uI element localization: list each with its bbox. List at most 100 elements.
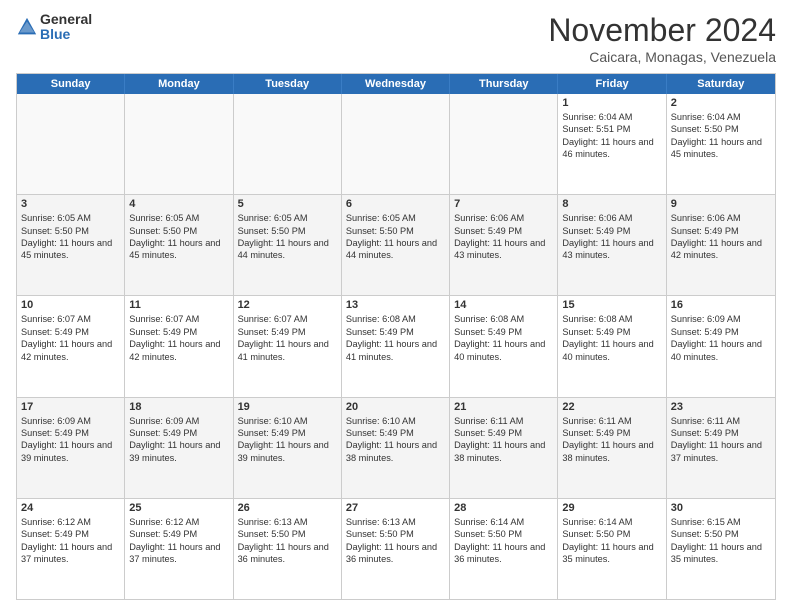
header-day-friday: Friday (558, 74, 666, 94)
day-info: Sunrise: 6:09 AM Sunset: 5:49 PM Dayligh… (671, 313, 771, 363)
logo-general: General (40, 12, 92, 27)
day-info: Sunrise: 6:13 AM Sunset: 5:50 PM Dayligh… (346, 516, 445, 566)
calendar-cell: 10 Sunrise: 6:07 AM Sunset: 5:49 PM Dayli… (17, 296, 125, 396)
calendar-week-4: 17Sunrise: 6:09 AM Sunset: 5:49 PM Dayli… (17, 398, 775, 499)
day-number: 30 (671, 502, 771, 514)
day-number: 23 (671, 401, 771, 413)
header-day-wednesday: Wednesday (342, 74, 450, 94)
logo-text: General Blue (40, 12, 92, 43)
calendar-cell (342, 94, 450, 194)
day-number: 8 (562, 198, 661, 210)
day-info: Sunrise: 6:14 AM Sunset: 5:50 PM Dayligh… (562, 516, 661, 566)
day-number: 24 (21, 502, 120, 514)
logo-icon (16, 16, 38, 38)
calendar-cell: 16Sunrise: 6:09 AM Sunset: 5:49 PM Dayli… (667, 296, 775, 396)
day-info: Sunrise: 6:10 AM Sunset: 5:49 PM Dayligh… (346, 415, 445, 465)
day-info: Sunrise: 6:11 AM Sunset: 5:49 PM Dayligh… (562, 415, 661, 465)
day-info: Sunrise: 6:09 AM Sunset: 5:49 PM Dayligh… (129, 415, 228, 465)
header-day-monday: Monday (125, 74, 233, 94)
header-day-tuesday: Tuesday (234, 74, 342, 94)
day-info: Sunrise: 6:12 AM Sunset: 5:49 PM Dayligh… (21, 516, 120, 566)
day-number: 13 (346, 299, 445, 311)
day-number: 21 (454, 401, 553, 413)
calendar-cell: 17Sunrise: 6:09 AM Sunset: 5:49 PM Dayli… (17, 398, 125, 498)
calendar-cell: 6 Sunrise: 6:05 AM Sunset: 5:50 PM Daylig… (342, 195, 450, 295)
calendar: SundayMondayTuesdayWednesdayThursdayFrid… (16, 73, 776, 600)
day-number: 6 (346, 198, 445, 210)
calendar-cell (17, 94, 125, 194)
subtitle: Caicara, Monagas, Venezuela (548, 49, 776, 65)
day-info: Sunrise: 6:04 AM Sunset: 5:51 PM Dayligh… (562, 111, 661, 161)
calendar-cell: 22Sunrise: 6:11 AM Sunset: 5:49 PM Dayli… (558, 398, 666, 498)
title-section: November 2024 Caicara, Monagas, Venezuel… (548, 12, 776, 65)
calendar-body: 1 Sunrise: 6:04 AM Sunset: 5:51 PM Daylig… (17, 94, 775, 599)
day-info: Sunrise: 6:07 AM Sunset: 5:49 PM Dayligh… (238, 313, 337, 363)
day-number: 12 (238, 299, 337, 311)
month-title: November 2024 (548, 12, 776, 49)
header-day-saturday: Saturday (667, 74, 775, 94)
calendar-cell: 21 Sunrise: 6:11 AM Sunset: 5:49 PM Dayli… (450, 398, 558, 498)
calendar-cell: 5 Sunrise: 6:05 AM Sunset: 5:50 PM Daylig… (234, 195, 342, 295)
calendar-cell: 7 Sunrise: 6:06 AM Sunset: 5:49 PM Daylig… (450, 195, 558, 295)
calendar-cell: 28Sunrise: 6:14 AM Sunset: 5:50 PM Dayli… (450, 499, 558, 599)
day-info: Sunrise: 6:10 AM Sunset: 5:49 PM Dayligh… (238, 415, 337, 465)
day-number: 29 (562, 502, 661, 514)
calendar-cell: 2 Sunrise: 6:04 AM Sunset: 5:50 PM Daylig… (667, 94, 775, 194)
day-info: Sunrise: 6:12 AM Sunset: 5:49 PM Dayligh… (129, 516, 228, 566)
day-info: Sunrise: 6:06 AM Sunset: 5:49 PM Dayligh… (562, 212, 661, 262)
day-number: 4 (129, 198, 228, 210)
calendar-cell: 3 Sunrise: 6:05 AM Sunset: 5:50 PM Daylig… (17, 195, 125, 295)
day-info: Sunrise: 6:06 AM Sunset: 5:49 PM Dayligh… (454, 212, 553, 262)
calendar-cell (450, 94, 558, 194)
day-number: 14 (454, 299, 553, 311)
calendar-week-1: 1 Sunrise: 6:04 AM Sunset: 5:51 PM Daylig… (17, 94, 775, 195)
calendar-cell: 20 Sunrise: 6:10 AM Sunset: 5:49 PM Dayli… (342, 398, 450, 498)
day-number: 20 (346, 401, 445, 413)
calendar-cell: 12 Sunrise: 6:07 AM Sunset: 5:49 PM Dayli… (234, 296, 342, 396)
day-number: 15 (562, 299, 661, 311)
day-number: 5 (238, 198, 337, 210)
day-info: Sunrise: 6:08 AM Sunset: 5:49 PM Dayligh… (346, 313, 445, 363)
day-number: 7 (454, 198, 553, 210)
calendar-cell: 19Sunrise: 6:10 AM Sunset: 5:49 PM Dayli… (234, 398, 342, 498)
calendar-cell: 23Sunrise: 6:11 AM Sunset: 5:49 PM Dayli… (667, 398, 775, 498)
calendar-week-2: 3 Sunrise: 6:05 AM Sunset: 5:50 PM Daylig… (17, 195, 775, 296)
day-info: Sunrise: 6:07 AM Sunset: 5:49 PM Dayligh… (21, 313, 120, 363)
logo-blue: Blue (40, 27, 92, 42)
day-info: Sunrise: 6:07 AM Sunset: 5:49 PM Dayligh… (129, 313, 228, 363)
day-info: Sunrise: 6:05 AM Sunset: 5:50 PM Dayligh… (238, 212, 337, 262)
calendar-cell: 8 Sunrise: 6:06 AM Sunset: 5:49 PM Daylig… (558, 195, 666, 295)
calendar-cell: 1 Sunrise: 6:04 AM Sunset: 5:51 PM Daylig… (558, 94, 666, 194)
day-info: Sunrise: 6:15 AM Sunset: 5:50 PM Dayligh… (671, 516, 771, 566)
day-number: 11 (129, 299, 228, 311)
calendar-cell: 24 Sunrise: 6:12 AM Sunset: 5:49 PM Dayli… (17, 499, 125, 599)
day-number: 3 (21, 198, 120, 210)
header-day-thursday: Thursday (450, 74, 558, 94)
day-info: Sunrise: 6:08 AM Sunset: 5:49 PM Dayligh… (562, 313, 661, 363)
day-number: 27 (346, 502, 445, 514)
day-info: Sunrise: 6:05 AM Sunset: 5:50 PM Dayligh… (129, 212, 228, 262)
calendar-cell: 29 Sunrise: 6:14 AM Sunset: 5:50 PM Dayli… (558, 499, 666, 599)
day-info: Sunrise: 6:05 AM Sunset: 5:50 PM Dayligh… (21, 212, 120, 262)
day-info: Sunrise: 6:08 AM Sunset: 5:49 PM Dayligh… (454, 313, 553, 363)
day-info: Sunrise: 6:13 AM Sunset: 5:50 PM Dayligh… (238, 516, 337, 566)
day-number: 1 (562, 97, 661, 109)
day-number: 10 (21, 299, 120, 311)
calendar-cell: 18Sunrise: 6:09 AM Sunset: 5:49 PM Dayli… (125, 398, 233, 498)
day-number: 26 (238, 502, 337, 514)
day-number: 9 (671, 198, 771, 210)
logo: General Blue (16, 12, 92, 43)
calendar-week-5: 24 Sunrise: 6:12 AM Sunset: 5:49 PM Dayli… (17, 499, 775, 599)
day-info: Sunrise: 6:14 AM Sunset: 5:50 PM Dayligh… (454, 516, 553, 566)
day-info: Sunrise: 6:06 AM Sunset: 5:49 PM Dayligh… (671, 212, 771, 262)
calendar-cell: 15 Sunrise: 6:08 AM Sunset: 5:49 PM Dayli… (558, 296, 666, 396)
day-number: 2 (671, 97, 771, 109)
day-info: Sunrise: 6:11 AM Sunset: 5:49 PM Dayligh… (454, 415, 553, 465)
day-info: Sunrise: 6:04 AM Sunset: 5:50 PM Dayligh… (671, 111, 771, 161)
calendar-cell: 13 Sunrise: 6:08 AM Sunset: 5:49 PM Dayli… (342, 296, 450, 396)
calendar-cell: 9 Sunrise: 6:06 AM Sunset: 5:49 PM Daylig… (667, 195, 775, 295)
calendar-cell: 27 Sunrise: 6:13 AM Sunset: 5:50 PM Dayli… (342, 499, 450, 599)
day-info: Sunrise: 6:05 AM Sunset: 5:50 PM Dayligh… (346, 212, 445, 262)
page: General Blue November 2024 Caicara, Mona… (0, 0, 792, 612)
calendar-week-3: 10 Sunrise: 6:07 AM Sunset: 5:49 PM Dayli… (17, 296, 775, 397)
